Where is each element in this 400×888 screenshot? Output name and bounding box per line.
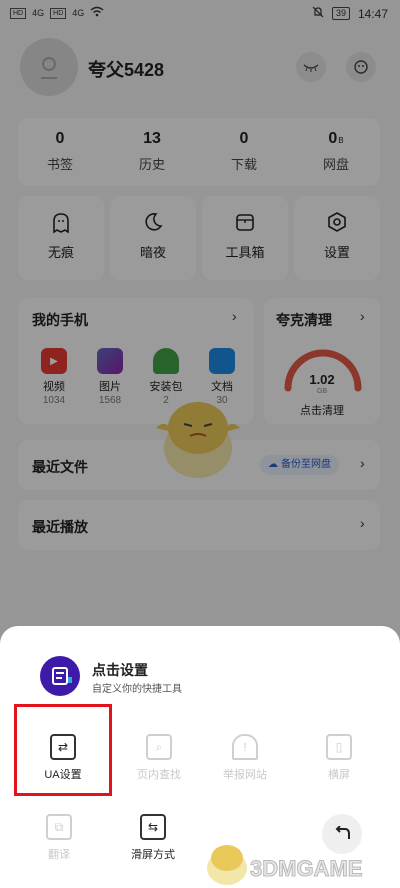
quick-tool-app-icon <box>40 656 80 696</box>
translate-icon: ⧉ <box>46 814 72 840</box>
option-swipe-mode[interactable]: ⇆ 滑屏方式 <box>108 814 198 862</box>
swipe-mode-icon: ⇆ <box>140 814 166 840</box>
find-in-page-icon: ⌕ <box>146 734 172 760</box>
option-translate[interactable]: ⧉ 翻译 <box>14 814 104 862</box>
option-label: 举报网站 <box>223 769 267 781</box>
rotate-screen-icon: ▯ <box>326 734 352 760</box>
sheet-subtitle: 自定义你的快捷工具 <box>92 684 182 695</box>
option-label: 滑屏方式 <box>131 849 175 861</box>
option-find-in-page[interactable]: ⌕ 页内查找 <box>114 734 204 782</box>
option-label: 页内查找 <box>137 769 181 781</box>
watermark-mascot-image <box>207 845 247 885</box>
option-label: 翻译 <box>48 849 70 861</box>
option-label: 横屏 <box>328 769 350 781</box>
option-report-site[interactable]: ! 举报网站 <box>200 734 290 782</box>
option-landscape[interactable]: ▯ 横屏 <box>294 734 384 782</box>
tutorial-highlight-frame <box>14 704 112 796</box>
report-alarm-icon: ! <box>232 734 258 760</box>
return-arrow-icon <box>335 826 350 839</box>
sheet-back-button[interactable] <box>322 814 362 854</box>
watermark-text: 3DMGAME <box>249 856 363 882</box>
sheet-title: 点击设置 <box>92 662 148 678</box>
